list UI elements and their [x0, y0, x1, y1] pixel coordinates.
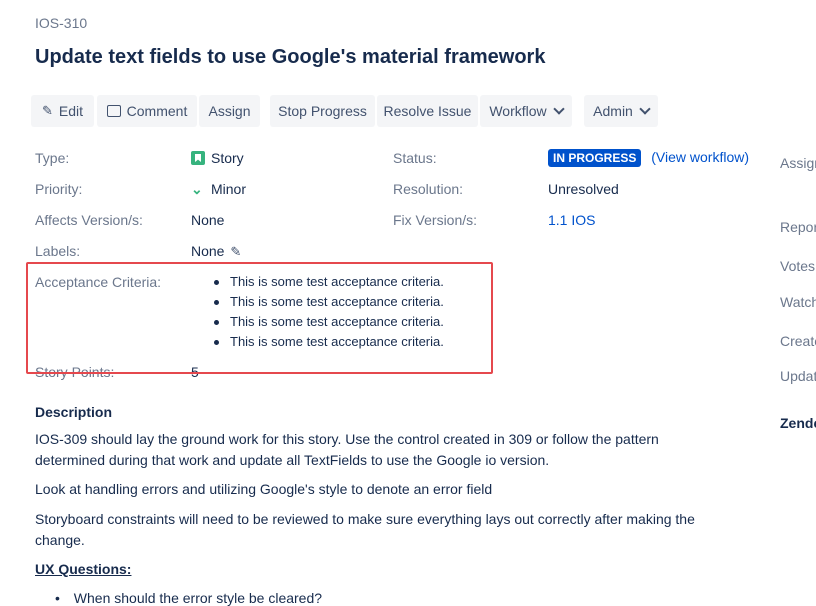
fix-version-label: Fix Version/s: — [393, 212, 478, 228]
story-icon — [191, 151, 205, 165]
type-value: Story — [191, 150, 244, 166]
admin-label: Admin — [593, 103, 633, 119]
resolve-issue-button[interactable]: Resolve Issue — [377, 95, 478, 127]
workflow-label: Workflow — [489, 103, 547, 119]
votes-label: Votes: — [780, 258, 816, 274]
resolution-value: Unresolved — [548, 181, 619, 197]
view-workflow-link[interactable]: (View workflow) — [651, 149, 749, 165]
comment-label: Comment — [126, 103, 188, 119]
comment-button[interactable]: Comment — [97, 95, 197, 127]
created-label: Created: — [780, 333, 816, 349]
type-label: Type: — [35, 150, 70, 166]
ux-question-text: When should the error style be cleared? — [73, 590, 323, 606]
stop-progress-button[interactable]: Stop Progress — [270, 95, 375, 127]
type-text: Story — [211, 150, 244, 166]
priority-minor-icon: ⌄ — [191, 181, 203, 197]
fix-version-value[interactable]: 1.1 IOS — [548, 212, 595, 228]
status-value: IN PROGRESS (View workflow) — [548, 149, 749, 167]
affects-version-label: Affects Version/s: — [35, 212, 143, 228]
reporter-label: Reporter: — [780, 219, 816, 235]
priority-text: Minor — [211, 181, 247, 197]
list-item: • When should the error style be cleared… — [55, 590, 322, 606]
zendesk-heading: Zendesk — [780, 415, 816, 431]
edit-button[interactable]: ✎ Edit — [31, 95, 94, 127]
labels-label: Labels: — [35, 243, 81, 259]
pencil-icon: ✎ — [41, 103, 53, 118]
status-badge: IN PROGRESS — [548, 149, 642, 167]
highlight-box — [26, 262, 493, 374]
assign-button[interactable]: Assign — [199, 95, 260, 127]
chevron-down-icon — [639, 103, 651, 115]
labels-value[interactable]: None ✎ — [191, 243, 241, 260]
status-label: Status: — [393, 150, 437, 166]
description-paragraph: IOS-309 should lay the ground work for t… — [35, 431, 659, 468]
affects-version-value: None — [191, 212, 225, 228]
pencil-icon[interactable]: ✎ — [230, 244, 241, 259]
bullet-icon: • — [55, 590, 60, 606]
page-title: Update text fields to use Google's mater… — [35, 46, 546, 68]
edit-label: Edit — [58, 103, 84, 119]
priority-value: ⌄ Minor — [191, 181, 246, 198]
description-paragraph: Look at handling errors and utilizing Go… — [35, 481, 493, 497]
watchers-label: Watchers: — [780, 294, 816, 310]
assignee-label: Assignee: — [780, 155, 816, 171]
description-heading: Description — [35, 404, 113, 420]
updated-label: Updated: — [780, 368, 816, 384]
ux-questions-heading: UX Questions: — [35, 561, 132, 577]
workflow-button[interactable]: Workflow — [480, 95, 572, 127]
priority-label: Priority: — [35, 181, 83, 197]
labels-text: None — [191, 243, 225, 259]
resolution-label: Resolution: — [393, 181, 464, 197]
issue-key[interactable]: IOS-310 — [35, 15, 87, 31]
chevron-down-icon — [552, 103, 565, 115]
comment-icon — [106, 105, 121, 117]
description-paragraph: Storyboard constraints will need to be r… — [35, 511, 695, 548]
admin-button[interactable]: Admin — [584, 95, 658, 127]
